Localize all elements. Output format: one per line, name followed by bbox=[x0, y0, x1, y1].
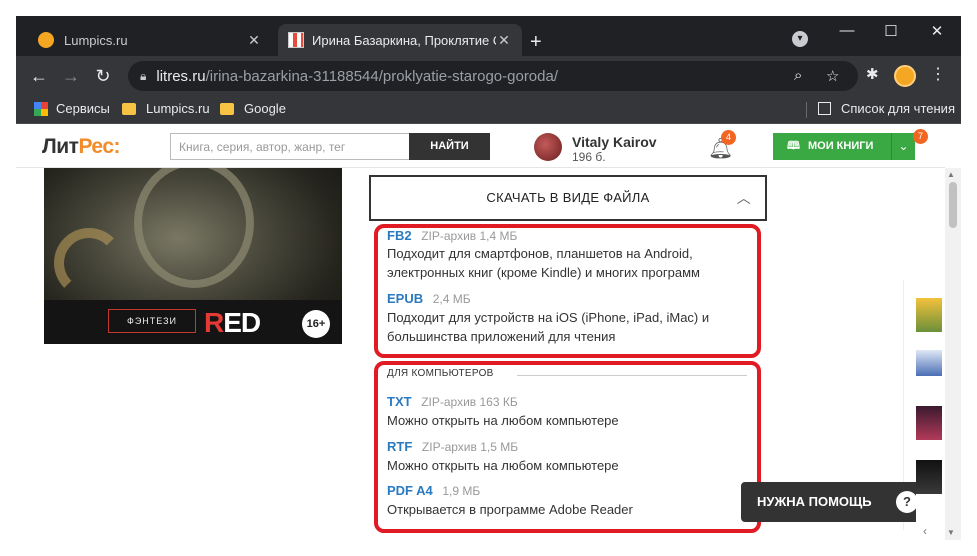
download-as-file-button[interactable]: СКАЧАТЬ В ВИДЕ ФАЙЛА ︿ bbox=[369, 175, 767, 221]
reading-list-label: Список для чтения bbox=[841, 101, 955, 116]
bookmarks-bar: Сервисы Lumpics.ru Google Список для чте… bbox=[16, 96, 961, 124]
url-input[interactable]: 🔒︎ litres.ru /irina-bazarkina-31188544/p… bbox=[128, 61, 858, 91]
site-search-input[interactable]: Книга, серия, автор, жанр, тег bbox=[170, 133, 410, 160]
web-page: ЛитРес: Книга, серия, автор, жанр, тег Н… bbox=[16, 124, 961, 540]
close-window-button[interactable]: ✕ bbox=[922, 22, 952, 40]
cover-ornament bbox=[134, 168, 254, 288]
bookmarks-divider bbox=[806, 102, 807, 118]
format-description: Подходит для смартфонов, планшетов на An… bbox=[387, 246, 700, 280]
question-icon: ? bbox=[896, 491, 918, 513]
help-button[interactable]: НУЖНА ПОМОЩЬ ? bbox=[741, 482, 918, 522]
reload-icon[interactable]: ↻ bbox=[92, 66, 114, 87]
tab-lumpics[interactable]: Lumpics.ru ✕ bbox=[28, 24, 272, 56]
minimize-button[interactable]: — bbox=[832, 22, 862, 39]
zoom-icon[interactable]: ⌕ bbox=[794, 67, 802, 84]
bookmark-label: Сервисы bbox=[56, 101, 110, 116]
profile-avatar[interactable] bbox=[894, 65, 916, 87]
format-meta: 1,9 МБ bbox=[442, 484, 481, 498]
format-description: Подходит для устройств на iOS (iPhone, i… bbox=[387, 310, 710, 344]
format-epub[interactable]: EPUB 2,4 МБ bbox=[387, 291, 471, 306]
reading-list-button[interactable]: Список для чтения bbox=[818, 101, 955, 116]
format-fb2[interactable]: FB2 ZIP-архив 1,4 МБ bbox=[387, 228, 517, 243]
close-tab-icon[interactable]: ✕ bbox=[496, 32, 512, 49]
lumpics-favicon-icon bbox=[38, 32, 54, 48]
format-description: Открывается в программе Adobe Reader bbox=[387, 502, 633, 517]
book-thumbnail[interactable] bbox=[916, 298, 942, 332]
tab-title: Lumpics.ru bbox=[64, 32, 128, 48]
format-name[interactable]: PDF A4 bbox=[387, 483, 433, 498]
format-pdf-a4[interactable]: PDF A4 1,9 МБ bbox=[387, 483, 480, 498]
format-name[interactable]: TXT bbox=[387, 394, 412, 409]
format-rtf[interactable]: RTF ZIP-архив 1,5 МБ bbox=[387, 439, 518, 454]
apps-grid-icon bbox=[34, 101, 48, 116]
book-thumbnail[interactable] bbox=[916, 406, 942, 440]
user-name[interactable]: Vitaly Kairov bbox=[572, 134, 657, 150]
bookmark-google[interactable]: Google bbox=[220, 101, 286, 116]
genre-label: ФЭНТЕЗИ bbox=[108, 309, 196, 333]
url-path: /irina-bazarkina-31188544/proklyatie-sta… bbox=[205, 67, 559, 85]
user-points: 196 б. bbox=[572, 150, 606, 164]
scroll-down-arrow-icon[interactable]: ▼ bbox=[947, 528, 955, 537]
imprint-logo: RED bbox=[204, 307, 261, 338]
new-tab-button[interactable]: + bbox=[530, 32, 542, 52]
site-header: ЛитРес: Книга, серия, автор, жанр, тег Н… bbox=[16, 124, 945, 168]
close-tab-icon[interactable]: ✕ bbox=[246, 32, 262, 49]
format-meta: ZIP-архив 1,5 МБ bbox=[421, 440, 519, 454]
extensions-puzzle-icon[interactable]: ✱ bbox=[866, 65, 879, 83]
chevron-left-icon[interactable]: ‹ bbox=[923, 524, 927, 538]
bookmark-star-icon[interactable]: ☆ bbox=[826, 67, 839, 85]
cover-ornament bbox=[54, 228, 124, 298]
menu-kebab-icon[interactable]: ⋮ bbox=[930, 64, 946, 84]
lock-icon: 🔒︎ bbox=[140, 68, 147, 83]
chevron-up-icon: ︿ bbox=[736, 190, 751, 206]
bookmark-label: Lumpics.ru bbox=[146, 101, 210, 116]
my-books-badge: 7 bbox=[913, 129, 928, 144]
browser-tabstrip: Lumpics.ru ✕ Ирина Базаркина, Проклятие … bbox=[16, 16, 961, 56]
back-arrow-icon[interactable]: ← bbox=[28, 66, 50, 87]
format-txt[interactable]: TXT ZIP-архив 163 КБ bbox=[387, 394, 518, 409]
section-divider bbox=[517, 375, 747, 376]
format-meta: ZIP-архив 1,4 МБ bbox=[421, 229, 518, 243]
maximize-button[interactable]: ☐ bbox=[876, 22, 906, 40]
book-icon: 🕮 bbox=[787, 140, 800, 152]
user-avatar[interactable] bbox=[534, 133, 562, 161]
bookmark-label: Google bbox=[244, 101, 286, 116]
scroll-up-arrow-icon[interactable]: ▲ bbox=[947, 170, 955, 179]
download-button-label: СКАЧАТЬ В ВИДЕ ФАЙЛА bbox=[486, 190, 650, 205]
tab-search-icon[interactable]: ▾ bbox=[792, 31, 808, 47]
forward-arrow-icon[interactable]: → bbox=[60, 66, 82, 87]
book-thumbnail[interactable] bbox=[916, 460, 942, 494]
help-label: НУЖНА ПОМОЩЬ bbox=[757, 494, 872, 509]
age-rating-badge: 16+ bbox=[302, 310, 330, 338]
book-cover-image[interactable]: ФЭНТЕЗИ RED 16+ bbox=[44, 168, 342, 344]
chevron-down-icon[interactable]: ⌄ bbox=[891, 133, 915, 160]
format-name[interactable]: FB2 bbox=[387, 228, 412, 243]
format-meta: ZIP-архив 163 КБ bbox=[421, 395, 518, 409]
bookmark-lumpics[interactable]: Lumpics.ru bbox=[122, 101, 210, 116]
book-thumbnail[interactable] bbox=[916, 350, 942, 376]
address-bar-row: ← → ↻ 🔒︎ litres.ru /irina-bazarkina-3118… bbox=[16, 56, 961, 96]
litres-logo[interactable]: ЛитРес: bbox=[42, 135, 120, 159]
tab-litres[interactable]: Ирина Базаркина, Проклятие С ✕ bbox=[278, 24, 522, 56]
bookmark-services[interactable]: Сервисы bbox=[34, 101, 110, 116]
format-name[interactable]: RTF bbox=[387, 439, 412, 454]
folder-icon bbox=[122, 102, 136, 115]
reading-list-icon bbox=[818, 102, 831, 115]
computers-section-title: ДЛЯ КОМПЬЮТЕРОВ bbox=[387, 368, 494, 379]
litres-favicon-icon bbox=[288, 32, 304, 48]
format-description: Можно открыть на любом компьютере bbox=[387, 413, 619, 428]
tab-title: Ирина Базаркина, Проклятие С bbox=[312, 32, 496, 48]
scrollbar-thumb[interactable] bbox=[949, 182, 957, 228]
search-button[interactable]: НАЙТИ bbox=[409, 133, 490, 160]
url-host: litres.ru bbox=[156, 67, 206, 85]
format-name[interactable]: EPUB bbox=[387, 291, 423, 306]
folder-icon bbox=[220, 102, 234, 115]
format-description: Можно открыть на любом компьютере bbox=[387, 458, 619, 473]
format-meta: 2,4 МБ bbox=[432, 292, 471, 306]
notifications-badge: 4 bbox=[721, 130, 736, 145]
